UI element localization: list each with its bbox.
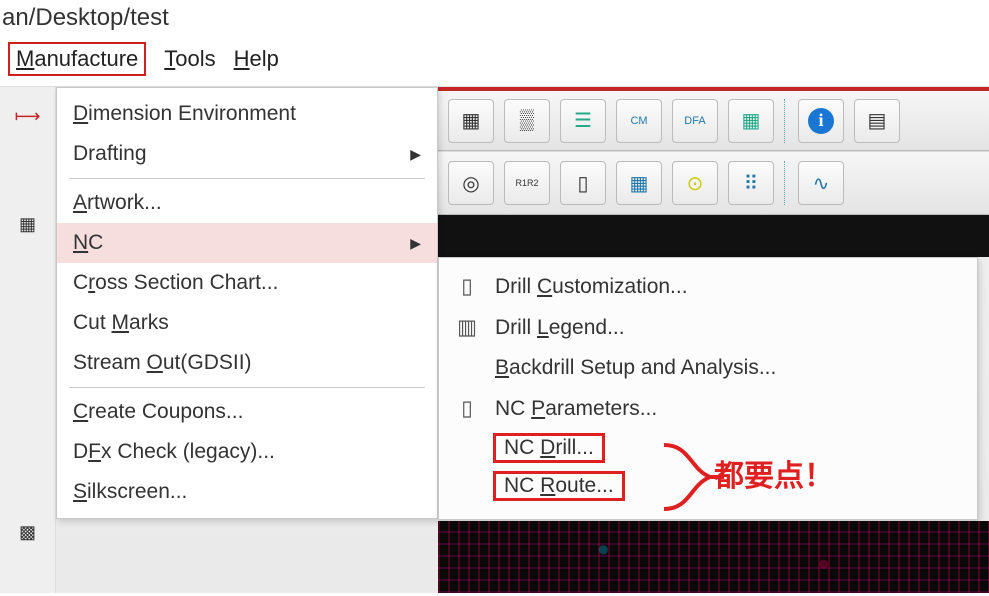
toolbar-icon-r1r2[interactable]: R1R2 [504,161,550,205]
toolbar-icon-camera[interactable]: ◎ [448,161,494,205]
toolbar-divider-1 [784,99,788,143]
canvas-dark-strip [438,215,989,257]
drill-legend-icon: ▥ [453,315,481,340]
toolbar-strip: ▦ ▒ ☰ CM DFA ▦ i ▤ ◎ R1R2 ▯ ▦ ⊙ ⠿ ∿ [438,87,989,257]
left-gutter: ⟼ ▦ ▩ [0,87,56,593]
menu-help[interactable]: Help [234,46,279,72]
menu-silkscreen[interactable]: Silkscreen... [57,472,437,512]
menu-dfx-check[interactable]: DFx Check (legacy)... [57,432,437,472]
toolbar-icon-note[interactable]: ▯ [560,161,606,205]
menu-create-coupons[interactable]: Create Coupons... [57,392,437,432]
submenu-backdrill[interactable]: Backdrill Setup and Analysis... [439,348,977,388]
toolbar-icon-tp[interactable]: ⊙ [672,161,718,205]
toolbar-row-2: ◎ R1R2 ▯ ▦ ⊙ ⠿ ∿ [438,151,989,215]
menu-nc[interactable]: NC▶ [57,223,437,263]
toolbar-icon-1[interactable]: ▦ [448,99,494,143]
toolbar-icon-stack[interactable]: ☰ [560,99,606,143]
menu-cut-marks[interactable]: Cut Marks [57,303,437,343]
annotation-text: 都要点！ [714,451,834,495]
work-area: ⟼ ▦ ▩ ▦ ▒ ☰ CM DFA ▦ i ▤ ◎ R1R2 ▯ ▦ ⊙ ⠿ … [0,87,989,593]
toolbar-icon-wave[interactable]: ∿ [798,161,844,205]
menu-dimension-env[interactable]: Dimension Environment [57,94,437,134]
menu-help-label: elp [250,46,279,71]
window-path: an/Desktop/test [0,0,989,38]
nc-params-icon: ▯ [453,396,481,421]
menu-tools-label: ools [175,46,215,71]
menu-drafting[interactable]: Drafting▶ [57,134,437,174]
menu-tools[interactable]: Tools [164,46,215,72]
menu-separator-1 [69,178,425,179]
toolbar-icon-list[interactable]: ▤ [854,99,900,143]
drill-cust-icon: ▯ [453,274,481,299]
qr-icon[interactable]: ▩ [14,521,42,543]
submenu-drill-customization[interactable]: ▯Drill Customization... [439,266,977,307]
toolbar-divider-2 [784,161,788,205]
menu-separator-2 [69,387,425,388]
info-icon[interactable]: i [798,99,844,143]
camera-icon[interactable]: ▦ [14,213,42,235]
menu-stream-out[interactable]: Stream Out(GDSII) [57,343,437,383]
menu-manufacture[interactable]: Manufacture [8,42,146,76]
pcb-canvas[interactable] [438,521,989,593]
menu-manufacture-label: anufacture [34,46,138,71]
toolbar-icon-dfa[interactable]: DFA [672,99,718,143]
toolbar-icon-2[interactable]: ▒ [504,99,550,143]
submenu-drill-legend[interactable]: ▥Drill Legend... [439,307,977,348]
toolbar-icon-dots[interactable]: ⠿ [728,161,774,205]
dimension-icon[interactable]: ⟼ [14,105,42,127]
submenu-arrow-icon: ▶ [410,146,421,163]
submenu-nc-parameters[interactable]: ▯NC Parameters... [439,388,977,429]
menu-bar: Manufacture Tools Help [0,38,989,87]
menu-artwork[interactable]: Artwork... [57,183,437,223]
submenu-arrow-icon: ▶ [410,235,421,252]
menu-cross-section[interactable]: Cross Section Chart... [57,263,437,303]
manufacture-menu: Dimension Environment Drafting▶ Artwork.… [56,87,438,519]
toolbar-icon-globe[interactable]: ▦ [728,99,774,143]
toolbar-icon-grid[interactable]: ▦ [616,161,662,205]
toolbar-icon-cm[interactable]: CM [616,99,662,143]
toolbar-row-1: ▦ ▒ ☰ CM DFA ▦ i ▤ [438,87,989,151]
